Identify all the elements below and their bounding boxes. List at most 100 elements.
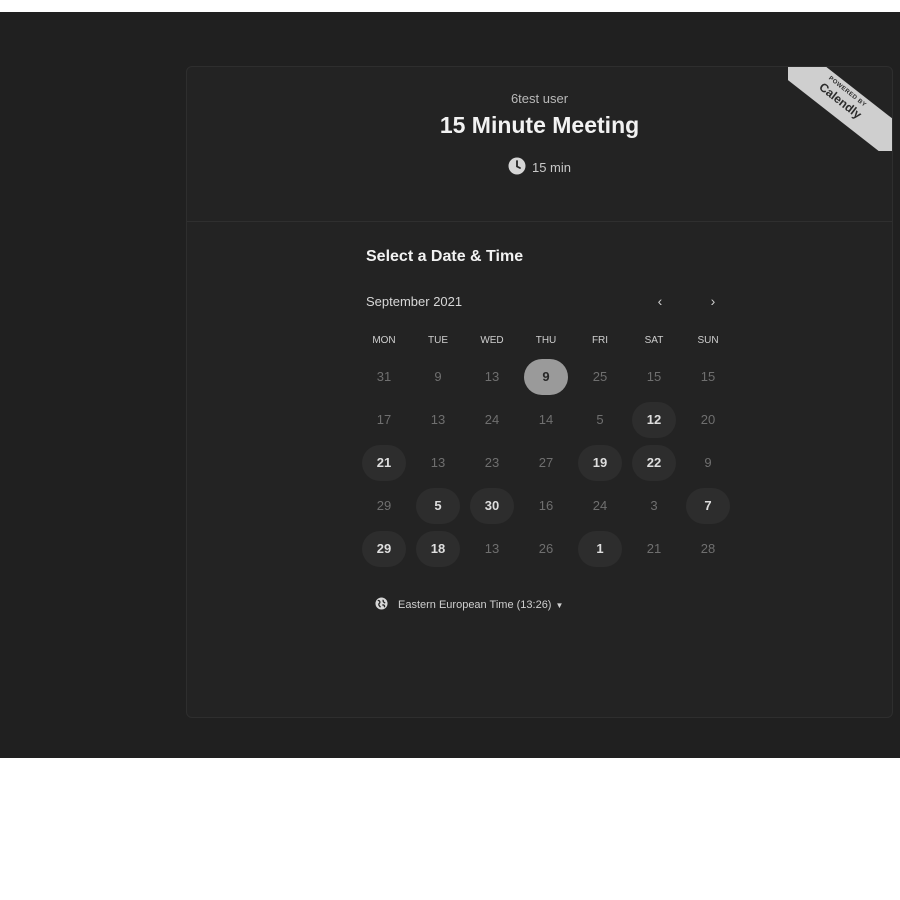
calendar-cell: 13	[411, 445, 465, 481]
weekday-mon: MON	[372, 335, 396, 346]
duration-label: 15 min	[531, 160, 572, 175]
calendar-cell: 15	[627, 359, 681, 395]
unavailable-date: 29	[376, 498, 392, 513]
calendar-cell: 9	[411, 359, 465, 395]
calendar-cell: 22	[627, 444, 681, 481]
calendar-cell: 14	[519, 402, 573, 438]
calendar-cell: 29	[357, 530, 411, 567]
unavailable-date: 23	[484, 455, 500, 470]
calendar-cell: 13	[465, 359, 519, 395]
unavailable-date: 14	[538, 412, 554, 427]
calendar-cell: 12	[627, 401, 681, 438]
scheduling-card: 6test user 15 Minute Meeting 15 min POWE…	[186, 66, 893, 718]
caret-down-icon: ▼	[555, 600, 564, 610]
globe-icon	[375, 597, 388, 613]
calendar-week-row: 31 9 13 9 25 15 15	[357, 355, 735, 398]
unavailable-date: 13	[430, 455, 446, 470]
calendar-cell: 9	[681, 445, 735, 481]
weekday-sun: SUN	[697, 335, 719, 346]
weekday-wed: WED	[480, 335, 504, 346]
host-name: 6test user	[510, 91, 569, 106]
calendar-week-row: 17 13 24 14 5 12 20	[357, 398, 735, 441]
unavailable-date: 3	[650, 498, 658, 513]
event-title: 15 Minute Meeting	[439, 112, 640, 138]
calendar-cell: 29	[357, 488, 411, 524]
unavailable-date: 20	[700, 412, 716, 427]
unavailable-date: 13	[484, 541, 500, 556]
calendar-cell: 13	[465, 531, 519, 567]
calendar-cell: 15	[681, 359, 735, 395]
calendar-week-row: 29 18 13 26 1 21 28	[357, 527, 735, 570]
calendar-cell: 30	[465, 487, 519, 524]
weekday-tue: TUE	[428, 335, 448, 346]
calendar-cell: 21	[627, 531, 681, 567]
timezone-label: Eastern European Time (13:26)	[398, 599, 552, 611]
next-month-button[interactable]: ›	[704, 293, 722, 309]
unavailable-date: 13	[430, 412, 446, 427]
calendar-cell: 19	[573, 444, 627, 481]
calendar-cell: 1	[573, 530, 627, 567]
select-date-heading: Select a Date & Time	[366, 248, 524, 265]
calendar-week-row: 29 5 30 16 24 3 7	[357, 484, 735, 527]
available-date-button[interactable]: 5	[416, 487, 460, 524]
unavailable-date: 24	[592, 498, 608, 513]
available-date-button[interactable]: 7	[686, 487, 730, 524]
calendar-cell: 5	[573, 402, 627, 438]
calendar-cell: 27	[519, 445, 573, 481]
calendar-cell: 16	[519, 488, 573, 524]
unavailable-date: 9	[434, 369, 442, 384]
unavailable-date: 28	[700, 541, 716, 556]
timezone-selector[interactable]: Eastern European Time (13:26) ▼	[375, 597, 563, 613]
unavailable-date: 26	[538, 541, 554, 556]
weekday-thu: THU	[535, 335, 557, 346]
calendar-week-row: 21 13 23 27 19 22 9	[357, 441, 735, 484]
weekday-fri: FRI	[591, 335, 609, 346]
weekday-sat: SAT	[644, 335, 664, 346]
selected-date-button[interactable]: 9	[524, 358, 568, 395]
clock-icon	[508, 157, 526, 178]
month-label: September 2021	[366, 294, 463, 309]
unavailable-date: 24	[484, 412, 500, 427]
available-date-button[interactable]: 21	[362, 444, 406, 481]
available-date-button[interactable]: 29	[362, 530, 406, 567]
calendar-cell: 9	[519, 358, 573, 395]
unavailable-date: 31	[376, 369, 392, 384]
calendly-brand: Calendly	[816, 79, 865, 122]
unavailable-date: 16	[538, 498, 554, 513]
available-date-button[interactable]: 18	[416, 530, 460, 567]
calendar-cell: 31	[357, 359, 411, 395]
calendar-cell: 18	[411, 530, 465, 567]
calendar-cell: 3	[627, 488, 681, 524]
calendar-cell: 25	[573, 359, 627, 395]
calendar-cell: 24	[465, 402, 519, 438]
unavailable-date: 27	[538, 455, 554, 470]
calendar-cell: 23	[465, 445, 519, 481]
calendar-cell: 24	[573, 488, 627, 524]
event-header: 6test user 15 Minute Meeting 15 min	[187, 67, 892, 222]
weekday-header: MON TUE WED THU FRI SAT SUN	[357, 335, 735, 349]
unavailable-date: 15	[700, 369, 716, 384]
calendar-cell: 28	[681, 531, 735, 567]
calendar-cell: 26	[519, 531, 573, 567]
unavailable-date: 15	[646, 369, 662, 384]
calendar-cell: 17	[357, 402, 411, 438]
calendar-cell: 21	[357, 444, 411, 481]
available-date-button[interactable]: 22	[632, 444, 676, 481]
unavailable-date: 25	[592, 369, 608, 384]
unavailable-date: 5	[596, 412, 604, 427]
available-date-button[interactable]: 19	[578, 444, 622, 481]
unavailable-date: 13	[484, 369, 500, 384]
calendar-grid: MON TUE WED THU FRI SAT SUN 31 9 13 9 25 15 15 17 13 24…	[357, 335, 735, 570]
unavailable-date: 9	[704, 455, 712, 470]
unavailable-date: 17	[376, 412, 392, 427]
available-date-button[interactable]: 12	[632, 401, 676, 438]
powered-by-ribbon[interactable]: POWERED BY Calendly	[788, 67, 892, 151]
prev-month-button[interactable]: ‹	[651, 293, 669, 309]
calendar-cell: 20	[681, 402, 735, 438]
calendar-cell: 7	[681, 487, 735, 524]
available-date-button[interactable]: 30	[470, 487, 514, 524]
calendar-cell: 5	[411, 487, 465, 524]
available-date-button[interactable]: 1	[578, 530, 622, 567]
calendar-cell: 13	[411, 402, 465, 438]
unavailable-date: 21	[646, 541, 662, 556]
